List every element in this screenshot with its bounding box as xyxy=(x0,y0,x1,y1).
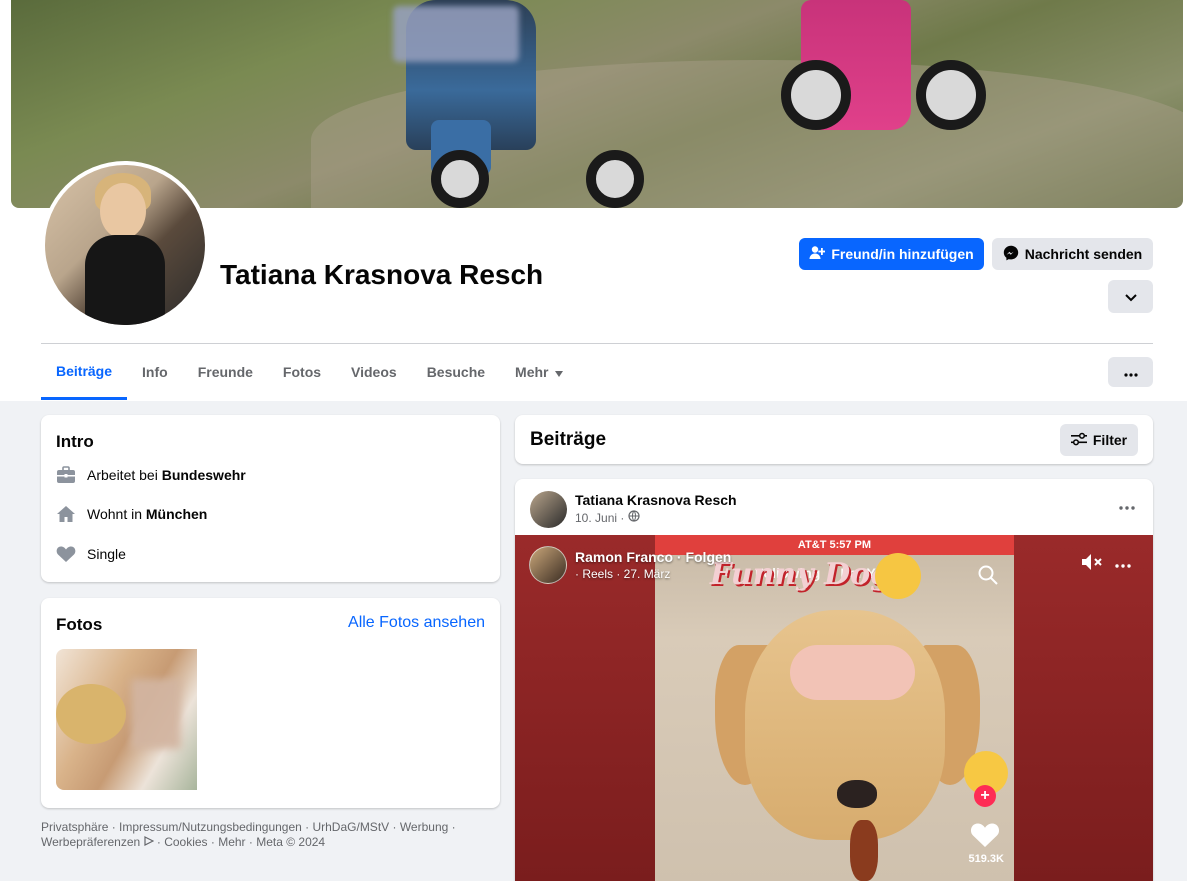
post-author-name[interactable]: Tatiana Krasnova Resch xyxy=(575,492,737,508)
ellipsis-icon xyxy=(1123,364,1138,380)
reel-title-art: Funny Dog xyxy=(710,557,892,592)
profile-avatar[interactable] xyxy=(41,161,209,329)
tab-info[interactable]: Info xyxy=(127,344,183,400)
page-footer: Privatsphäre · Impressum/Nutzungsbedingu… xyxy=(41,820,471,850)
tab-videos[interactable]: Videos xyxy=(336,344,412,400)
intro-work-row: Arbeitet bei Bundeswehr xyxy=(56,465,246,485)
see-all-photos-link[interactable]: Alle Fotos ansehen xyxy=(348,614,485,632)
footer-links-line1[interactable]: Privatsphäre · Impressum/Nutzungsbedingu… xyxy=(41,820,471,835)
home-icon xyxy=(56,504,76,524)
tab-mehr[interactable]: Mehr xyxy=(500,344,577,400)
intro-relationship: Single xyxy=(87,546,126,562)
reel-frame: AT&T 5:57 PM Following For You Funny Dog… xyxy=(655,535,1014,881)
more-options-button[interactable] xyxy=(1108,357,1153,387)
follow-plus-icon: + xyxy=(974,785,996,807)
add-friend-icon xyxy=(809,245,826,264)
intro-work-prefix: Arbeitet bei xyxy=(87,467,158,483)
post-meta: 10. Juni · xyxy=(575,510,640,525)
add-friend-label: Freund/in hinzufügen xyxy=(831,246,974,262)
cover-photo[interactable] xyxy=(11,0,1183,208)
tab-freunde[interactable]: Freunde xyxy=(183,344,268,400)
profile-tabs: Beiträge Info Freunde Fotos Videos Besuc… xyxy=(41,344,578,400)
reel-options-icon[interactable] xyxy=(1115,555,1131,573)
heart-icon xyxy=(56,544,76,564)
photo-thumbnail[interactable] xyxy=(56,649,197,790)
tab-label: Freunde xyxy=(197,364,253,380)
video-bg-left xyxy=(515,535,655,881)
cover-wheel xyxy=(916,60,986,130)
ad-choices-icon xyxy=(143,835,154,849)
photos-title: Fotos xyxy=(56,615,103,634)
profile-name: Tatiana Krasnova Resch xyxy=(220,259,544,290)
dog-nose xyxy=(837,780,877,808)
tab-label: Beiträge xyxy=(56,362,113,379)
footer-links-line2: Werbepräferenzen · Cookies · Mehr · Meta… xyxy=(41,835,471,850)
posts-header-card: Beiträge Filter xyxy=(515,415,1153,464)
filter-label: Filter xyxy=(1092,432,1128,448)
intro-lives-row: Wohnt in München xyxy=(56,504,207,524)
intro-work-link[interactable]: Bundeswehr xyxy=(162,467,246,483)
profile-avatar-image xyxy=(45,165,205,325)
intro-lives-link[interactable]: München xyxy=(146,506,207,522)
add-friend-button[interactable]: Freund/in hinzufügen xyxy=(799,238,984,270)
tab-label: Videos xyxy=(351,364,397,380)
reel-video[interactable]: AT&T 5:57 PM Following For You Funny Dog… xyxy=(515,535,1153,881)
video-bg-right xyxy=(1013,535,1153,881)
tab-label: Besuche xyxy=(426,364,486,380)
intro-card: Intro Arbeitet bei Bundeswehr Wohnt in M… xyxy=(41,415,500,582)
photo-hair xyxy=(56,684,126,744)
post-author-avatar[interactable] xyxy=(530,491,567,528)
tab-label: Info xyxy=(142,364,168,380)
globe-icon xyxy=(628,510,640,525)
tab-label: Mehr xyxy=(515,364,549,380)
messenger-icon xyxy=(1003,245,1019,264)
mute-icon[interactable] xyxy=(1081,553,1103,576)
intro-relationship-row: Single xyxy=(56,544,126,564)
post-options-button[interactable] xyxy=(1119,497,1135,515)
filter-button[interactable]: Filter xyxy=(1060,424,1138,456)
tab-fotos[interactable]: Fotos xyxy=(268,344,336,400)
tab-beitraege[interactable]: Beiträge xyxy=(41,344,128,400)
briefcase-icon xyxy=(56,465,76,485)
posts-title: Beiträge xyxy=(530,429,607,450)
cover-wheel xyxy=(431,150,489,208)
footer-ad-preferences[interactable]: Werbepräferenzen xyxy=(41,835,140,849)
profile-options-chevron-button[interactable] xyxy=(1108,280,1153,313)
cover-wheel xyxy=(586,150,644,208)
photos-card: Fotos Alle Fotos ansehen xyxy=(41,598,500,808)
reel-like-count: 519.3K xyxy=(968,853,1004,865)
tab-label: Fotos xyxy=(282,364,322,380)
like-heart-icon xyxy=(970,822,1000,853)
reel-author-avatar[interactable] xyxy=(529,546,567,584)
post-card: Tatiana Krasnova Resch 10. Juni · AT&T 5… xyxy=(515,479,1153,881)
search-icon xyxy=(978,565,998,590)
ellipsis-icon xyxy=(1119,497,1135,514)
photo-blurred-face xyxy=(131,679,181,749)
dog-treat xyxy=(850,820,878,881)
footer-links-tail[interactable]: · Cookies · Mehr · Meta © 2024 xyxy=(157,835,325,849)
cover-wheel xyxy=(781,60,851,130)
post-date[interactable]: 10. Juni · xyxy=(575,511,624,525)
reel-author-follow[interactable]: Ramon Franco · Folgen xyxy=(575,549,731,565)
cover-blurred-face xyxy=(393,6,519,62)
sliders-icon xyxy=(1070,432,1087,449)
avatar-shirt xyxy=(85,235,165,325)
avatar-face xyxy=(100,183,146,239)
caret-down-icon xyxy=(554,364,563,380)
dog-sleep-mask xyxy=(790,645,915,700)
chevron-down-icon xyxy=(1124,289,1137,305)
send-message-label: Nachricht senden xyxy=(1024,246,1143,262)
intro-lives-prefix: Wohnt in xyxy=(87,506,142,522)
intro-title: Intro xyxy=(56,432,94,451)
grin-emoji-icon xyxy=(875,553,921,599)
send-message-button[interactable]: Nachricht senden xyxy=(992,238,1153,270)
reel-meta: · Reels · 27. März xyxy=(575,567,671,581)
tab-besuche[interactable]: Besuche xyxy=(412,344,500,400)
